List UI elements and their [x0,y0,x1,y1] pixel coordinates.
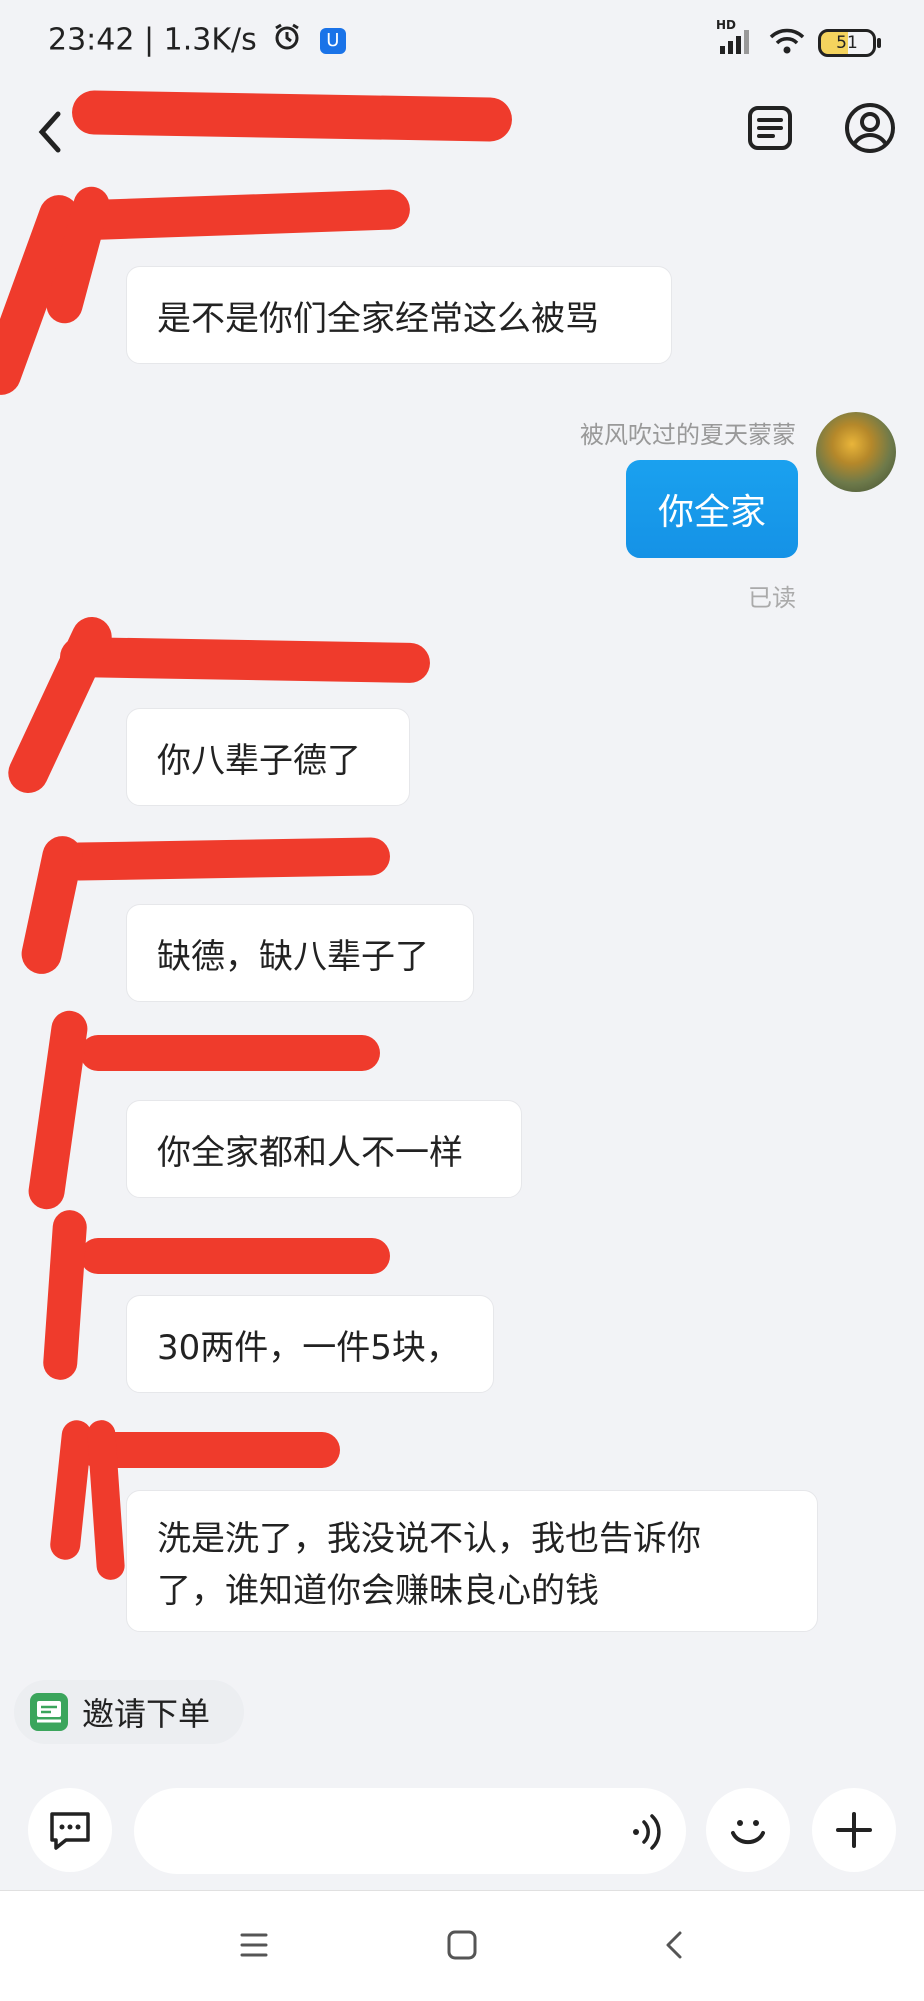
message-bubble[interactable]: 30两件，一件5块， [126,1295,494,1393]
menu-button[interactable] [236,1927,272,1967]
home-button[interactable] [444,1927,480,1967]
redacted-sender-4 [59,837,391,881]
voice-button[interactable] [628,1810,668,1858]
message-text: 洗是洗了，我没说不认，我也告诉你 了，谁知道你会赚昧良心的钱 [157,1519,701,1611]
quick-phrase-button[interactable] [28,1788,112,1872]
order-list-icon [748,106,792,150]
message-text: 你全家都和人不一样 [157,1132,463,1173]
redacted-avatar-4 [17,832,87,978]
invite-order-label: 邀请下单 [82,1695,211,1733]
redacted-avatar-3 [1,610,119,800]
read-status: 已读 [748,584,796,612]
redacted-sender-5 [80,1035,380,1071]
message-input[interactable] [134,1788,686,1874]
plus-icon [836,1812,872,1848]
redacted-sender-3 [59,636,431,684]
system-nav-bar [0,1890,924,2001]
more-button[interactable] [812,1788,896,1872]
my-avatar[interactable] [816,412,896,492]
invite-order-button[interactable]: 邀请下单 [14,1680,244,1744]
message-text: 缺德，缺八辈子了 [157,936,429,977]
chat-header [0,84,924,184]
invite-order-icon [30,1693,68,1731]
menu-icon [240,1933,268,1957]
message-bubble[interactable]: 是不是你们全家经常这么被骂 [126,266,672,364]
input-bar [0,1770,924,1890]
message-text: 30两件，一件5块， [157,1327,460,1368]
redacted-chat-title [71,90,513,142]
wifi-icon [768,26,806,60]
home-square-icon [447,1930,477,1960]
redacted-avatar-5 [26,1008,90,1212]
my-sender-name: 被风吹过的夏天蒙蒙 [580,421,796,449]
nav-back-button[interactable] [656,1927,692,1967]
status-bar: 23:42 | 1.3K/s U HD 51 [0,0,924,84]
my-message-bubble[interactable]: 你全家 [626,460,798,558]
message-bubble[interactable]: 洗是洗了，我没说不认，我也告诉你 了，谁知道你会赚昧良心的钱 [126,1490,818,1632]
emoji-smile-icon [731,1820,765,1845]
message-bubble[interactable]: 缺德，缺八辈子了 [126,904,474,1002]
chevron-left-icon [38,111,61,153]
message-bubble[interactable]: 你全家都和人不一样 [126,1100,522,1198]
profile-button[interactable] [840,98,900,158]
voice-wave-icon [633,1814,661,1850]
signal-icon: HD [716,18,756,60]
user-profile-icon [845,103,895,153]
battery-icon: 51 [818,29,881,57]
alarm-icon [272,22,302,60]
status-right: HD 51 [716,18,881,60]
back-triangle-icon [666,1931,682,1959]
app-notification-icon: U [319,28,346,54]
message-text: 是不是你们全家经常这么被骂 [157,298,599,339]
redacted-sender-1 [59,188,411,242]
message-bubble[interactable]: 你八辈子德了 [126,708,410,806]
order-list-button[interactable] [740,98,800,158]
redacted-sender-7 [80,1432,340,1468]
status-time: 23:42 | 1.3K/s U [48,22,346,60]
emoji-button[interactable] [706,1788,790,1872]
redacted-avatar-6 [42,1209,88,1381]
redacted-sender-6 [80,1238,390,1274]
redacted-avatar-7 [48,1418,94,1562]
message-text: 你全家 [657,492,766,533]
chat-bubble-icon [50,1812,90,1850]
clock-text: 23:42 [48,22,135,58]
message-text: 你八辈子德了 [157,740,361,781]
network-speed: 1.3K/s [163,22,257,58]
